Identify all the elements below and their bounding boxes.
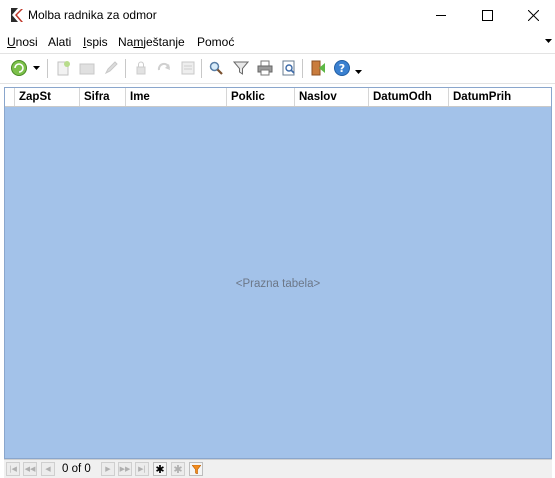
print-button[interactable] <box>255 58 275 78</box>
previous-record-button[interactable]: ◀ <box>41 462 55 476</box>
first-record-icon: |◀ <box>9 465 17 473</box>
edit-button[interactable] <box>101 58 121 78</box>
next-record-button[interactable]: ▶ <box>101 462 115 476</box>
column-header-datumodh[interactable]: DatumOdh <box>369 88 449 106</box>
toolbar-separator <box>125 59 126 78</box>
column-header-datumprih[interactable]: DatumPrih <box>449 88 551 106</box>
asterisk-disabled-icon: ✱ <box>173 462 183 476</box>
open-folder-icon <box>79 63 95 75</box>
previous-record-icon: ◀ <box>45 465 51 473</box>
minimize-button[interactable] <box>418 0 464 30</box>
toolbar: ? <box>0 56 555 82</box>
close-icon <box>527 9 539 21</box>
next-record-icon: ▶ <box>105 465 111 473</box>
record-count: 0 of 0 <box>62 463 91 475</box>
print-preview-button[interactable] <box>279 58 299 78</box>
column-header-sifra[interactable]: Sifra <box>80 88 126 106</box>
menu-ispis[interactable]: Ispis <box>83 35 108 49</box>
asterisk-icon: ✱ <box>155 462 165 476</box>
append-record-disabled-button[interactable]: ✱ <box>171 462 185 476</box>
menu-pomoc[interactable]: Pomoć <box>197 35 234 49</box>
last-record-button[interactable]: ▶| <box>135 462 149 476</box>
empty-table-message: <Prazna tabela> <box>235 278 321 290</box>
search-icon <box>209 61 223 75</box>
help-dropdown-button[interactable] <box>352 58 364 78</box>
menu-overflow-chevron-icon[interactable] <box>545 38 552 44</box>
toolbar-separator <box>201 59 202 78</box>
exit-button[interactable] <box>308 58 328 78</box>
grid-header-row: ZapSt Sifra Ime Poklic Naslov DatumOdh D… <box>5 88 551 107</box>
form-icon <box>181 61 195 75</box>
column-header-poklic[interactable]: Poklic <box>227 88 295 106</box>
window-title: Molba radnika za odmor <box>28 8 157 22</box>
last-record-icon: ▶| <box>138 465 146 473</box>
menu-separator <box>0 53 555 54</box>
column-header-zapst[interactable]: ZapSt <box>15 88 80 106</box>
chevron-down-icon <box>32 65 40 70</box>
menu-namjestanje-rest: ještanje <box>143 35 185 49</box>
menu-unosi-rest: nosi <box>15 35 38 49</box>
form-button[interactable] <box>178 58 198 78</box>
help-button[interactable]: ? <box>332 58 352 78</box>
next-page-button[interactable]: ▶▶ <box>118 462 132 476</box>
menu-alati[interactable]: Alati <box>48 35 71 49</box>
menu-namjestanje[interactable]: Namještanje <box>118 35 185 49</box>
lock-icon <box>136 61 146 75</box>
filter-button[interactable] <box>231 58 251 78</box>
refresh-icon <box>11 60 27 76</box>
undo-icon <box>157 62 170 71</box>
minimize-icon <box>435 14 446 16</box>
data-grid[interactable]: ZapSt Sifra Ime Poklic Naslov DatumOdh D… <box>4 87 552 459</box>
record-navigator: |◀ ◀◀ ◀ 0 of 0 ▶ ▶▶ ▶| ✱ ✱ <box>4 459 552 478</box>
app-logo-icon <box>11 8 23 22</box>
funnel-icon <box>191 464 201 474</box>
print-icon <box>257 60 273 76</box>
previous-page-icon: ◀◀ <box>24 465 36 473</box>
append-record-button[interactable]: ✱ <box>153 462 167 476</box>
menu-namjestanje-pre: Na <box>118 35 134 49</box>
exit-icon <box>311 60 325 76</box>
print-preview-icon <box>282 60 295 76</box>
edit-icon <box>104 61 118 75</box>
new-record-icon <box>57 61 70 76</box>
maximize-button[interactable] <box>464 0 510 30</box>
undo-button[interactable] <box>154 58 174 78</box>
toolbar-separator-line <box>0 83 555 84</box>
open-button[interactable] <box>77 58 97 78</box>
previous-page-button[interactable]: ◀◀ <box>23 462 37 476</box>
svg-text:?: ? <box>339 62 345 75</box>
menu-unosi-mnemonic: U <box>7 35 16 49</box>
next-page-icon: ▶▶ <box>119 465 131 473</box>
refresh-button[interactable] <box>9 58 29 78</box>
filter-icon <box>233 61 249 75</box>
lock-button[interactable] <box>131 58 151 78</box>
help-icon: ? <box>334 60 350 76</box>
column-header-naslov[interactable]: Naslov <box>295 88 369 106</box>
new-record-button[interactable] <box>53 58 73 78</box>
refresh-dropdown-button[interactable] <box>30 58 42 78</box>
column-header-ime[interactable]: Ime <box>126 88 227 106</box>
menu-ispis-rest: spis <box>86 35 108 49</box>
close-button[interactable] <box>510 0 555 30</box>
search-button[interactable] <box>206 58 226 78</box>
toolbar-separator <box>47 59 48 78</box>
row-indicator-header <box>5 88 15 106</box>
chevron-down-icon <box>354 69 362 74</box>
maximize-icon <box>481 9 493 21</box>
filter-records-button[interactable] <box>189 462 203 476</box>
menu-bar: Unosi Alati Ispis Namještanje Pomoć <box>0 33 555 52</box>
toolbar-separator <box>302 59 303 78</box>
menu-namjestanje-mnemonic: m <box>133 35 144 49</box>
menu-unosi[interactable]: Unosi <box>7 35 38 49</box>
title-bar: Molba radnika za odmor <box>0 0 555 30</box>
first-record-button[interactable]: |◀ <box>6 462 20 476</box>
